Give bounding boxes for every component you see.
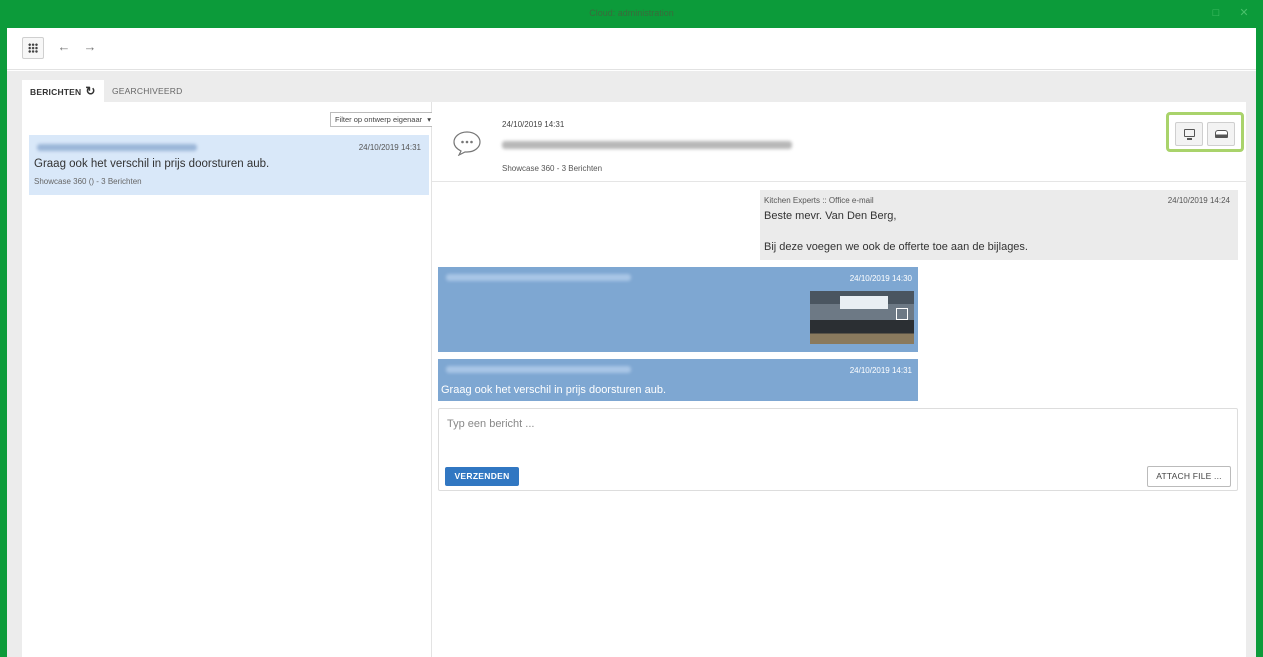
blurred-sender <box>446 274 631 281</box>
forward-button[interactable]: → <box>79 37 101 59</box>
conversation-subtitle: Showcase 360 () - 3 Berichten <box>34 177 142 186</box>
chat-bubble-icon <box>453 131 481 156</box>
monitor-stand <box>1187 138 1192 140</box>
message-outgoing-text: 24/10/2019 14:31 Graag ook het verschil … <box>438 359 918 401</box>
grid-icon <box>28 43 38 53</box>
monitor-icon <box>1184 129 1195 137</box>
close-button[interactable]: ✕ <box>1238 7 1250 19</box>
header-date: 24/10/2019 14:31 <box>502 120 565 129</box>
message-date: 24/10/2019 14:30 <box>849 274 912 283</box>
message-date: 24/10/2019 14:24 <box>1167 196 1230 205</box>
apps-menu-button[interactable] <box>22 37 44 59</box>
action-buttons-group <box>1166 112 1244 152</box>
message-input-placeholder[interactable]: Typ een bericht ... <box>447 418 534 430</box>
conversation-preview: Graag ook het verschil in prijs doorstur… <box>34 158 270 170</box>
tab-label: BERICHTEN <box>30 87 82 97</box>
inbox-icon <box>1215 130 1228 138</box>
chevron-down-icon: ▾ <box>427 115 431 124</box>
owner-filter-select[interactable]: Filter op ontwerp eigenaar ▾ <box>330 112 447 127</box>
desktop-view-button[interactable] <box>1175 122 1203 146</box>
header-subtitle: Showcase 360 - 3 Berichten <box>502 164 603 173</box>
blurred-sender <box>446 366 631 373</box>
message-sender: Kitchen Experts :: Office e-mail <box>764 196 874 205</box>
message-incoming: Kitchen Experts :: Office e-mail 24/10/2… <box>760 190 1238 260</box>
message-greeting: Beste mevr. Van Den Berg, <box>764 210 897 222</box>
message-body: Graag ook het verschil in prijs doorstur… <box>441 384 667 396</box>
blurred-sender <box>37 144 197 151</box>
window-title: Cloud: administration <box>589 8 674 18</box>
thumbnail-logo <box>896 308 908 320</box>
tab-gearchiveerd[interactable]: GEARCHIVEERD <box>104 80 204 102</box>
conversation-detail-panel: 24/10/2019 14:31 Showcase 360 - 3 Berich… <box>432 102 1246 657</box>
filter-label: Filter op ontwerp eigenaar <box>335 115 423 124</box>
tab-berichten[interactable]: BERICHTEN ↻ <box>22 80 104 102</box>
title-bar: Cloud: administration □ ✕ <box>0 0 1263 28</box>
toolbar: ← → <box>7 28 1256 70</box>
conversation-header: 24/10/2019 14:31 Showcase 360 - 3 Berich… <box>432 102 1246 182</box>
message-date: 24/10/2019 14:31 <box>849 366 912 375</box>
archive-button[interactable] <box>1207 122 1235 146</box>
attach-file-button[interactable]: ATTACH FILE ... <box>1147 466 1231 487</box>
blurred-participants <box>502 141 792 149</box>
conversation-item[interactable]: 24/10/2019 14:31 Graag ook het verschil … <box>29 135 429 195</box>
send-button[interactable]: VERZENDEN <box>445 467 519 486</box>
message-body: Bij deze voegen we ook de offerte toe aa… <box>764 241 1028 253</box>
compose-box[interactable]: Typ een bericht ... VERZENDEN ATTACH FIL… <box>438 408 1238 491</box>
message-outgoing-image: 24/10/2019 14:30 <box>438 267 918 352</box>
conversation-list-panel: Filter op ontwerp eigenaar ▾ 24/10/2019 … <box>22 102 447 657</box>
thumbnail-overlay <box>840 296 888 309</box>
conversation-date: 24/10/2019 14:31 <box>358 143 421 152</box>
back-button[interactable]: ← <box>53 37 75 59</box>
kitchen-image-thumbnail[interactable] <box>810 291 914 344</box>
refresh-icon[interactable]: ↻ <box>85 80 95 102</box>
maximize-button[interactable]: □ <box>1210 7 1222 19</box>
